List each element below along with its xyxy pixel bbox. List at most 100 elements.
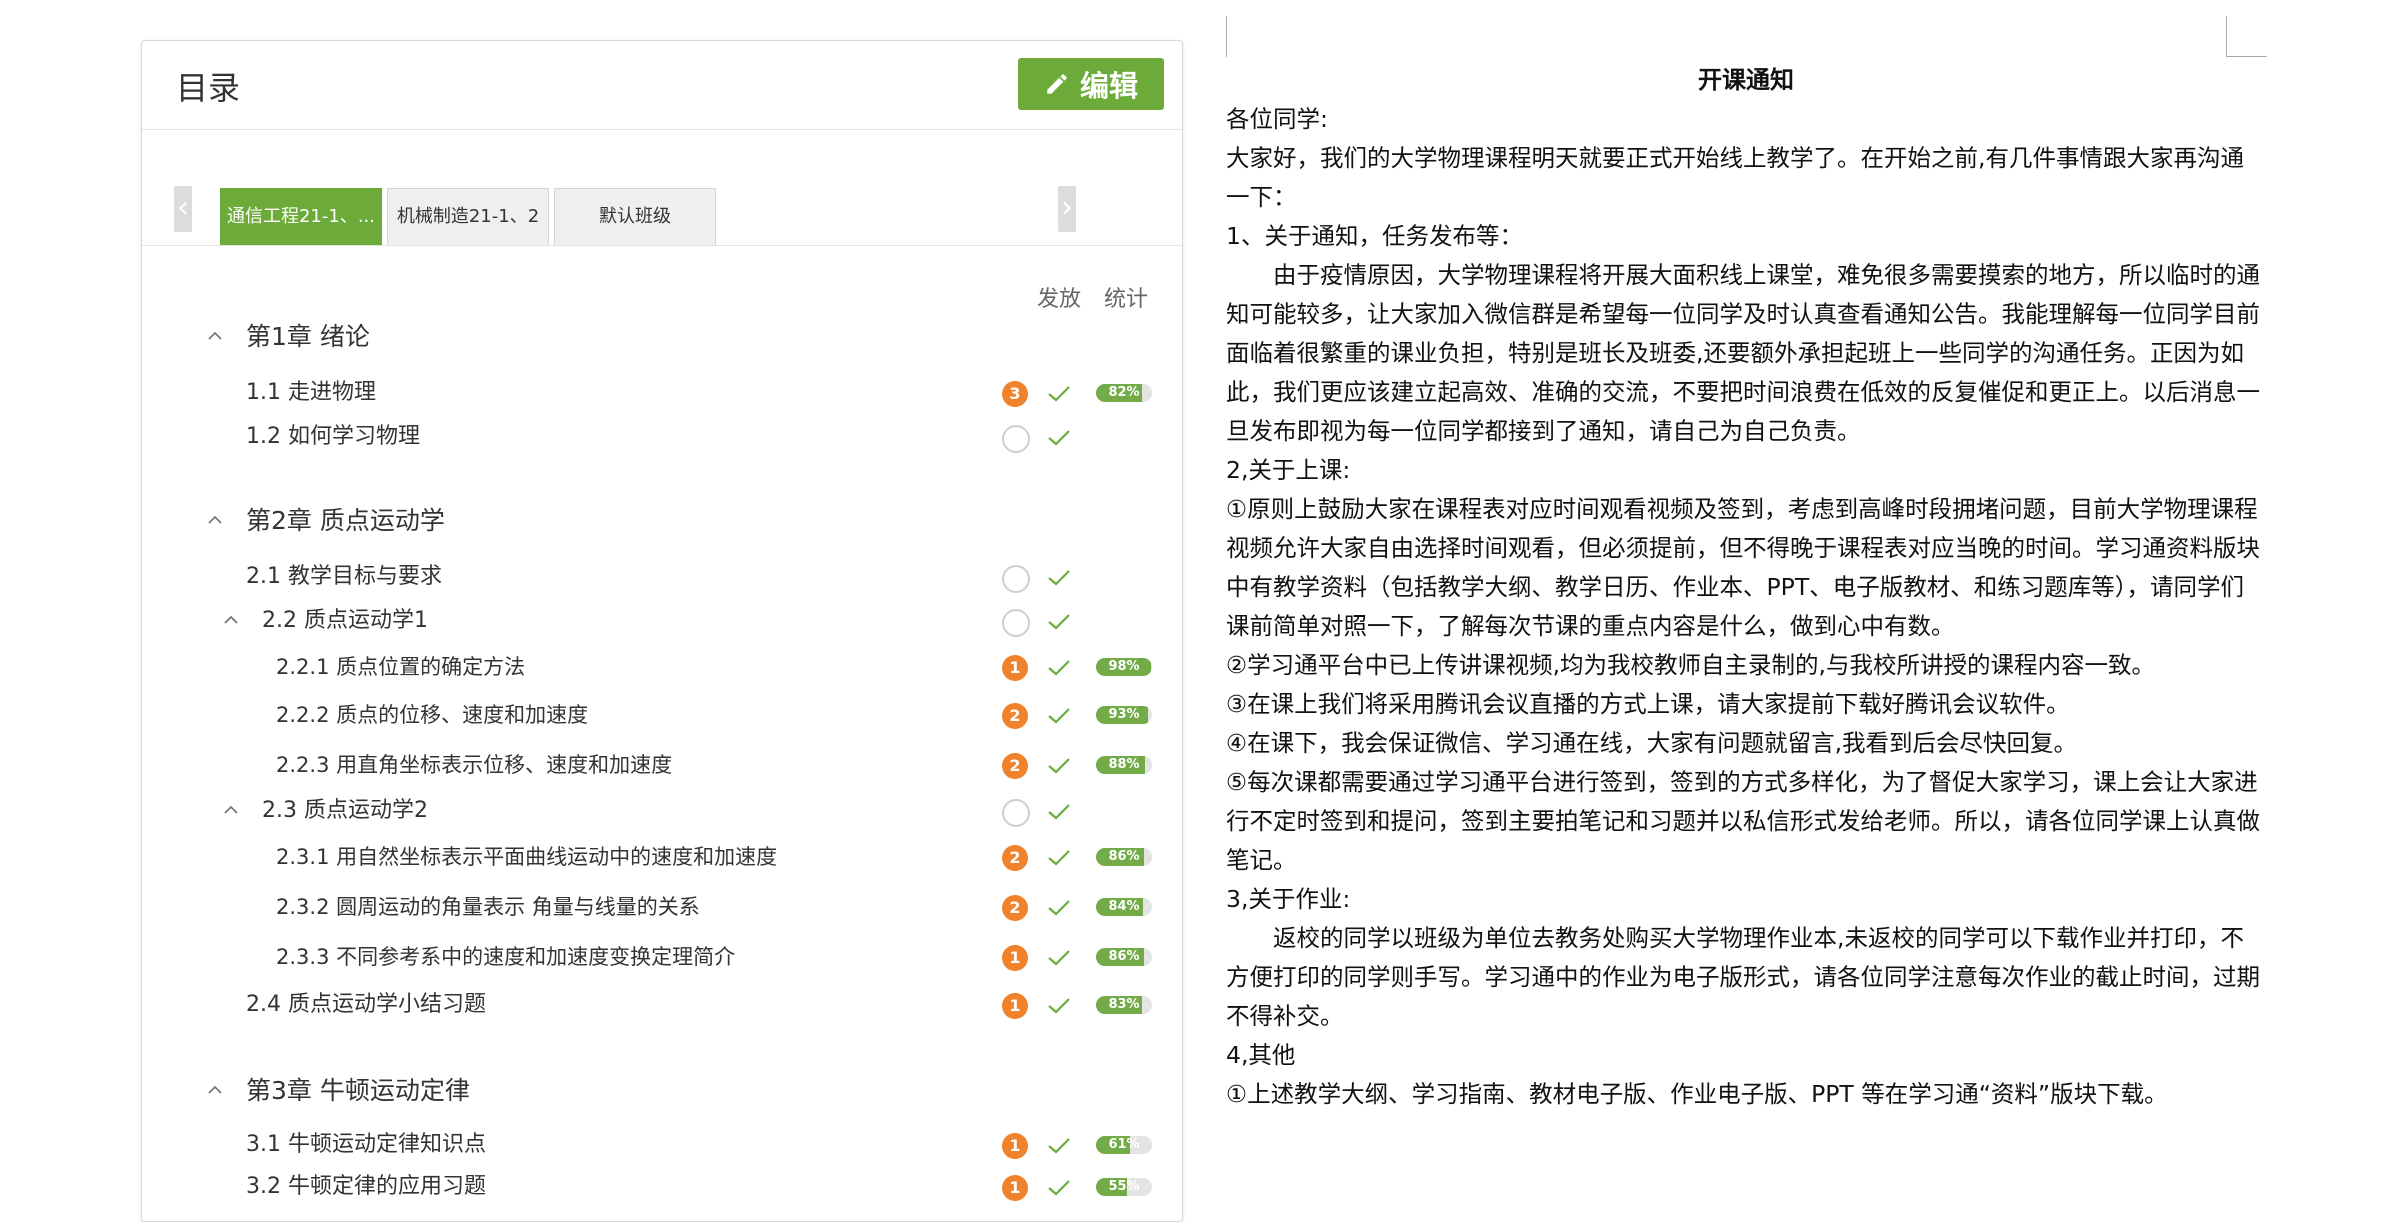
- class-tabbar: ‹ 通信工程21-1、... 机械制造21-1、2 默认班级 ›: [142, 141, 1182, 246]
- toc-item-label[interactable]: 2.4 质点运动学小结习题: [246, 985, 486, 1025]
- toc-item-row[interactable]: 2.4 质点运动学小结习题 1 83%: [142, 985, 1182, 1025]
- document-paragraph: 1、关于通知，任务发布等：: [1226, 222, 1523, 250]
- document-paragraph: 3,关于作业:: [1226, 885, 1351, 913]
- edit-button-label: 编辑: [1079, 69, 1138, 103]
- completion-progress-bar[interactable]: 84%: [1096, 898, 1152, 916]
- toc-item-row[interactable]: 3.2 牛顿定律的应用习题 1 55%: [142, 1167, 1182, 1207]
- task-count-badge: 2: [1002, 895, 1028, 921]
- completion-progress-bar[interactable]: 88%: [1096, 756, 1152, 774]
- toc-item-row[interactable]: 2.2.3 用直角坐标表示位移、速度和加速度 2 88%: [142, 745, 1182, 785]
- document-paragraph: 各位同学:: [1226, 105, 1328, 133]
- toc-chapter-row[interactable]: 第3章 牛顿运动定律: [142, 1071, 1182, 1111]
- completion-progress-bar[interactable]: 82%: [1096, 384, 1152, 402]
- chevron-up-icon[interactable]: [206, 511, 224, 529]
- release-check-icon[interactable]: [1046, 1178, 1072, 1198]
- page-corner-mark: [2226, 16, 2267, 57]
- page-corner-mark: [1226, 16, 1227, 57]
- toc-item-label[interactable]: 2.3.3 不同参考系中的速度和加速度变换定理简介: [276, 937, 735, 977]
- class-tab-2[interactable]: 机械制造21-1、2: [387, 188, 549, 245]
- toc-item-label[interactable]: 3.1 牛顿运动定律知识点: [246, 1125, 486, 1165]
- toc-item-row[interactable]: 2.1 教学目标与要求: [142, 557, 1182, 597]
- toc-item-row[interactable]: 2.3.1 用自然坐标表示平面曲线运动中的速度和加速度 2 86%: [142, 837, 1182, 877]
- completion-progress-bar[interactable]: 86%: [1096, 948, 1152, 966]
- class-tab-3[interactable]: 默认班级: [554, 188, 716, 245]
- completion-progress-bar[interactable]: 61%: [1096, 1136, 1152, 1154]
- toc-item-label[interactable]: 3.2 牛顿定律的应用习题: [246, 1167, 486, 1207]
- column-header-stats: 统计: [1104, 287, 1149, 312]
- task-count-badge: 2: [1002, 753, 1028, 779]
- progress-label: 83%: [1108, 997, 1140, 1012]
- toc-item-label[interactable]: 1.2 如何学习物理: [246, 417, 420, 457]
- toc-item-label[interactable]: 2.2 质点运动学1: [262, 601, 428, 641]
- release-check-icon[interactable]: [1046, 848, 1072, 868]
- toc-item-label[interactable]: 2.3 质点运动学2: [262, 791, 428, 831]
- toc-item-row[interactable]: 2.3.2 圆周运动的角量表示 角量与线量的关系 2 84%: [142, 887, 1182, 927]
- empty-circle-icon: [1002, 565, 1030, 593]
- chevron-up-icon[interactable]: [222, 611, 240, 629]
- toc-chapter-row[interactable]: 第2章 质点运动学: [142, 501, 1182, 541]
- document-paragraph: ⑤每次课都需要通过学习通平台进行签到，签到的方式多样化，为了督促大家学习，课上会…: [1226, 768, 2260, 874]
- toc-item-label[interactable]: 第1章 绪论: [246, 317, 370, 357]
- task-count-badge: 1: [1002, 993, 1028, 1019]
- task-count-badge: 2: [1002, 703, 1028, 729]
- release-check-icon[interactable]: [1046, 612, 1072, 632]
- chevron-up-icon[interactable]: [206, 1081, 224, 1099]
- document-title: 开课通知: [1698, 66, 1794, 94]
- toc-item-row[interactable]: 1.1 走进物理 3 82%: [142, 373, 1182, 413]
- task-count-badge: 1: [1002, 1133, 1028, 1159]
- toc-item-label[interactable]: 2.1 教学目标与要求: [246, 557, 442, 597]
- document-paragraph: 大家好，我们的大学物理课程明天就要正式开始线上教学了。在开始之前,有几件事情跟大…: [1226, 144, 2244, 211]
- release-check-icon[interactable]: [1046, 756, 1072, 776]
- class-tab-1[interactable]: 通信工程21-1、...: [220, 188, 382, 245]
- toc-item-row[interactable]: 2.2.2 质点的位移、速度和加速度 2 93%: [142, 695, 1182, 735]
- release-check-icon[interactable]: [1046, 1136, 1072, 1156]
- release-check-icon[interactable]: [1046, 948, 1072, 968]
- toc-item-label[interactable]: 第2章 质点运动学: [246, 501, 445, 541]
- release-check-icon[interactable]: [1046, 996, 1072, 1016]
- document-paragraph: ①上述教学大纲、学习指南、教材电子版、作业电子版、PPT 等在学习通“资料”版块…: [1226, 1080, 2168, 1108]
- toc-item-row[interactable]: 2.2.1 质点位置的确定方法 1 98%: [142, 647, 1182, 687]
- document-paragraph: 2,关于上课:: [1226, 456, 1351, 484]
- toc-item-label[interactable]: 2.3.1 用自然坐标表示平面曲线运动中的速度和加速度: [276, 837, 777, 877]
- release-check-icon[interactable]: [1046, 384, 1072, 404]
- toc-item-label[interactable]: 2.3.2 圆周运动的角量表示 角量与线量的关系: [276, 887, 700, 927]
- tab-next-button[interactable]: ›: [1058, 186, 1076, 232]
- chevron-left-icon: ‹: [177, 190, 189, 225]
- completion-progress-bar[interactable]: 93%: [1096, 706, 1152, 724]
- toc-item-label[interactable]: 1.1 走进物理: [246, 373, 376, 413]
- release-check-icon[interactable]: [1046, 802, 1072, 822]
- toc-chapter-row[interactable]: 第1章 绪论: [142, 317, 1182, 357]
- toc-item-row[interactable]: 2.2 质点运动学1: [142, 601, 1182, 641]
- release-check-icon[interactable]: [1046, 568, 1072, 588]
- document-paragraph: ③在课上我们将采用腾讯会议直播的方式上课，请大家提前下载好腾讯会议软件。: [1226, 690, 2070, 718]
- toc-item-label[interactable]: 第3章 牛顿运动定律: [246, 1071, 470, 1111]
- chevron-up-icon[interactable]: [206, 327, 224, 345]
- tab-prev-button[interactable]: ‹: [174, 186, 192, 232]
- progress-label: 84%: [1108, 899, 1140, 914]
- completion-progress-bar[interactable]: 55%: [1096, 1178, 1152, 1196]
- toc-item-label[interactable]: 2.2.2 质点的位移、速度和加速度: [276, 695, 588, 735]
- document-paragraph: 由于疫情原因，大学物理课程将开展大面积线上课堂，难免很多需要摸索的地方，所以临时…: [1226, 261, 2260, 445]
- edit-button[interactable]: 编辑: [1018, 58, 1164, 110]
- completion-progress-bar[interactable]: 83%: [1096, 996, 1152, 1014]
- completion-progress-bar[interactable]: 86%: [1096, 848, 1152, 866]
- task-count-badge: 3: [1002, 381, 1028, 407]
- release-check-icon[interactable]: [1046, 706, 1072, 726]
- toc-item-label[interactable]: 2.2.1 质点位置的确定方法: [276, 647, 525, 687]
- empty-circle-icon: [1002, 425, 1030, 453]
- toc-item-row[interactable]: 2.3 质点运动学2: [142, 791, 1182, 831]
- document-paragraph: 4,其他: [1226, 1041, 1296, 1069]
- release-check-icon[interactable]: [1046, 658, 1072, 678]
- completion-progress-bar[interactable]: 98%: [1096, 658, 1152, 676]
- toc-item-row[interactable]: 2.3.3 不同参考系中的速度和加速度变换定理简介 1 86%: [142, 937, 1182, 977]
- toc-item-row[interactable]: 3.1 牛顿运动定律知识点 1 61%: [142, 1125, 1182, 1165]
- column-header-release: 发放: [1037, 287, 1082, 312]
- document-body: 各位同学: 大家好，我们的大学物理课程明天就要正式开始线上教学了。在开始之前,有几…: [1226, 100, 2262, 1114]
- empty-circle-icon: [1002, 799, 1030, 827]
- document-paragraph: ②学习通平台中已上传讲课视频,均为我校教师自主录制的,与我校所讲授的课程内容一致…: [1226, 651, 2156, 679]
- toc-item-label[interactable]: 2.2.3 用直角坐标表示位移、速度和加速度: [276, 745, 672, 785]
- toc-item-row[interactable]: 1.2 如何学习物理: [142, 417, 1182, 457]
- release-check-icon[interactable]: [1046, 898, 1072, 918]
- release-check-icon[interactable]: [1046, 428, 1072, 448]
- chevron-up-icon[interactable]: [222, 801, 240, 819]
